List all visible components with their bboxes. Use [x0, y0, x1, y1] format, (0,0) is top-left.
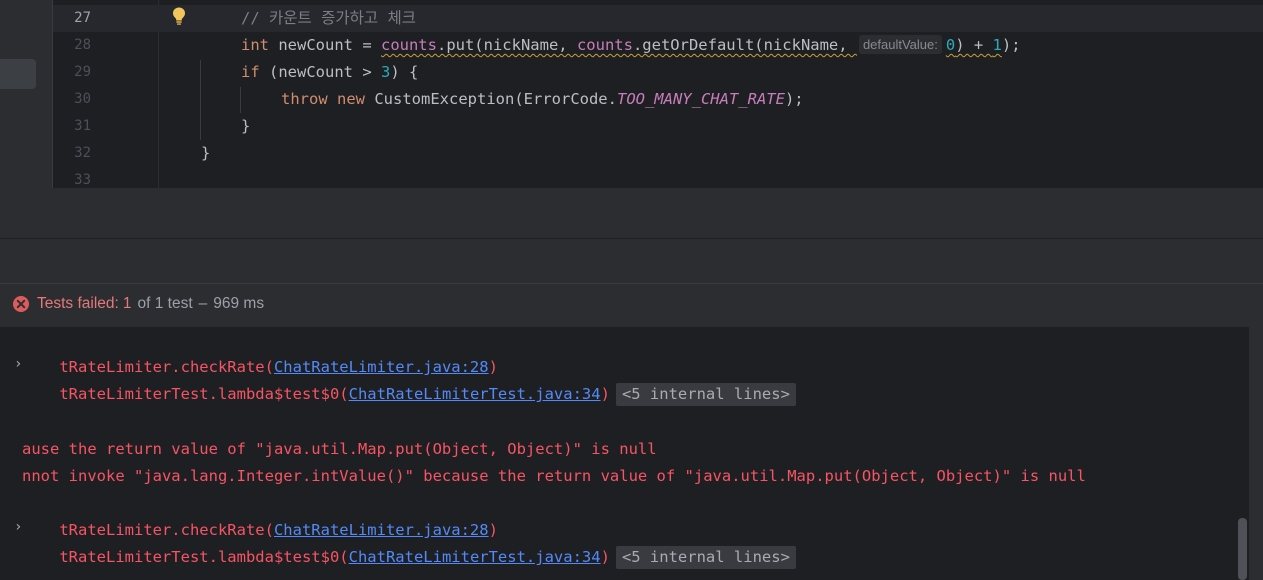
divider	[0, 283, 1263, 284]
code-line[interactable]: 33	[53, 167, 1263, 188]
code-text: .put(nickName,	[436, 36, 577, 54]
code-line[interactable]: 27 // 카운트 증가하고 체크	[53, 5, 1263, 32]
stack-frame-text: )	[600, 548, 610, 566]
code-text: );	[1001, 36, 1021, 54]
line-number: 29	[74, 64, 91, 80]
code-text: }	[201, 144, 211, 162]
code-line[interactable]: 31 }	[53, 113, 1263, 140]
line-number: 32	[74, 145, 91, 161]
editor-bottom-band	[0, 188, 1263, 238]
indent-guide	[200, 60, 201, 140]
keyword: if	[241, 63, 260, 81]
number-literal: 1	[992, 36, 1002, 54]
test-status: Tests failed: 1 of 1 test – 969 ms	[12, 293, 264, 315]
code-text: ) +	[955, 36, 993, 54]
console-output[interactable]: tRateLimiter.checkRate(ChatRateLimiter.j…	[10, 327, 1249, 580]
console-scrollbar[interactable]	[1238, 518, 1247, 580]
enum-constant: TOO_MANY_CHAT_RATE	[616, 90, 785, 108]
console-line: tRateLimiterTest.lambda$test$0(ChatRateL…	[22, 354, 796, 406]
code-line[interactable]: 30 throw new CustomException(ErrorCode.T…	[53, 86, 1263, 113]
console-line: tRateLimiterTest.lambda$test$0(ChatRateL…	[22, 517, 796, 569]
console-line: tRateLimiter.checkRate(ChatRateLimiter.j…	[22, 490, 498, 539]
internal-lines-fold[interactable]: <5 internal lines>	[615, 383, 796, 406]
code-line[interactable]: 29 if (newCount > 3) {	[53, 59, 1263, 86]
tool-window-button[interactable]	[0, 59, 36, 89]
line-number: 33	[74, 172, 91, 188]
code-text: CustomException(ErrorCode.	[365, 90, 617, 108]
keyword: int	[241, 36, 269, 54]
line-number: 28	[74, 37, 91, 53]
lightbulb-icon[interactable]	[170, 6, 188, 26]
code-line[interactable]: 28 int newCount = counts.put(nickName, c…	[53, 32, 1263, 59]
failed-count: 1	[122, 295, 132, 312]
status-separator: –	[198, 295, 208, 312]
indent-guide	[240, 87, 241, 113]
code-text: );	[784, 90, 804, 108]
console-right-strip	[1249, 327, 1263, 580]
field-ref: counts	[380, 36, 437, 54]
field-ref: counts	[576, 36, 633, 54]
source-link[interactable]: ChatRateLimiterTest.java:34	[349, 385, 601, 403]
keyword: throw	[281, 90, 328, 108]
console-line: ause the return value of "java.util.Map.…	[22, 440, 657, 458]
tests-failed-label: Tests failed:	[37, 295, 119, 312]
code-editor[interactable]: 27 // 카운트 증가하고 체크 28 int newCount = coun…	[0, 0, 1263, 188]
source-link[interactable]: ChatRateLimiterTest.java:34	[349, 548, 601, 566]
number-literal: 3	[381, 63, 391, 81]
left-tool-strip	[0, 0, 52, 188]
test-count: of 1 test	[137, 295, 193, 312]
line-number: 27	[74, 10, 91, 26]
test-duration: 969 ms	[213, 295, 265, 312]
parameter-hint: defaultValue:	[858, 35, 942, 54]
line-number: 31	[74, 118, 91, 134]
internal-lines-fold[interactable]: <5 internal lines>	[615, 546, 796, 569]
keyword: new	[337, 90, 366, 108]
code-text: ) {	[390, 63, 419, 81]
console-line: nnot invoke "java.lang.Integer.intValue(…	[22, 467, 1086, 485]
code-text: .getOrDefault(nickName,	[632, 36, 857, 54]
code-text: (newCount >	[259, 63, 381, 81]
code-line[interactable]: 32 }	[53, 140, 1263, 167]
stack-frame-text: )	[600, 385, 610, 403]
code-text: }	[241, 117, 251, 135]
code-text: newCount =	[269, 36, 381, 54]
stack-frame-text: tRateLimiterTest.lambda$test$0(	[59, 548, 349, 566]
code-comment: // 카운트 증가하고 체크	[241, 9, 416, 27]
number-literal: 0	[945, 36, 956, 54]
test-failed-icon	[13, 296, 29, 312]
console-line: tRateLimiter.checkRate(ChatRateLimiter.j…	[22, 327, 498, 376]
stack-frame-text: tRateLimiterTest.lambda$test$0(	[59, 385, 349, 403]
line-number: 30	[74, 91, 91, 107]
